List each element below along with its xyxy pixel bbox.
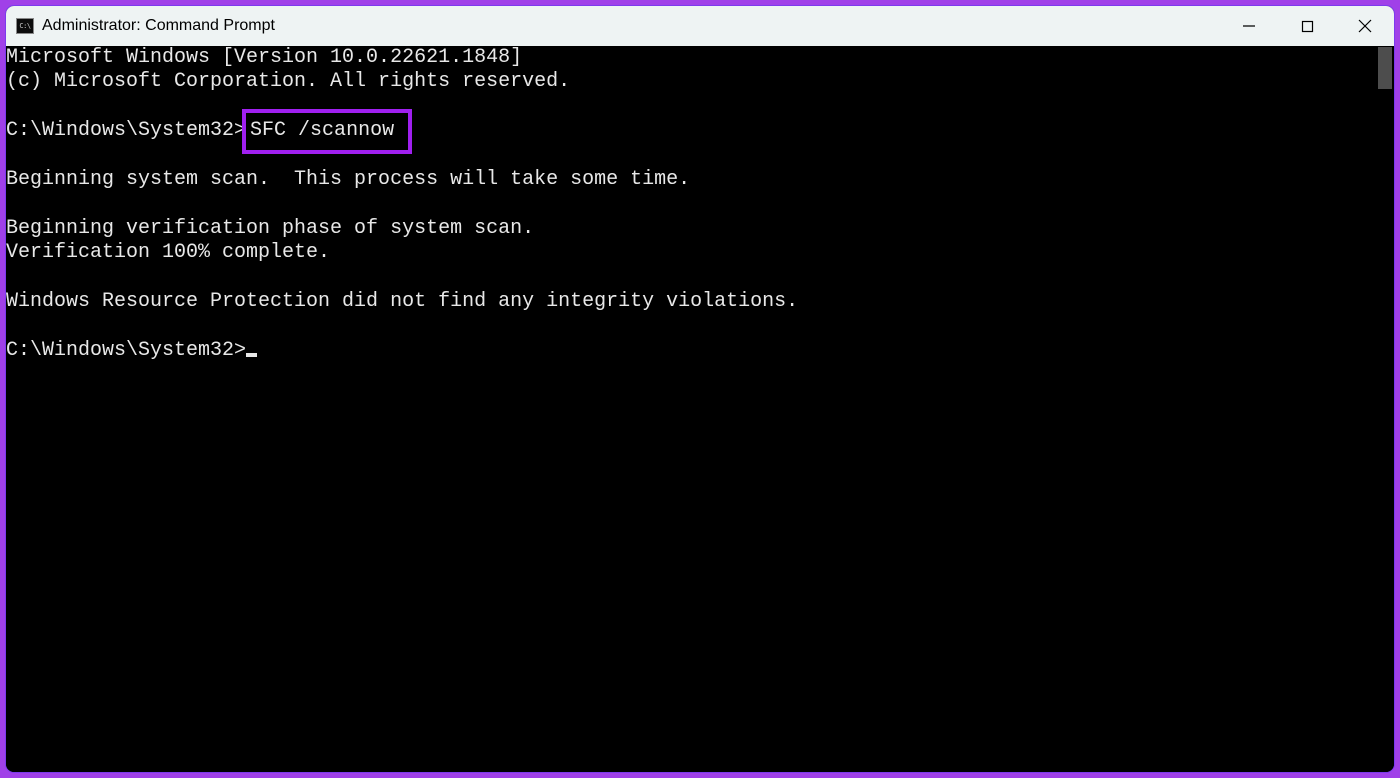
blank-line — [6, 192, 1376, 216]
verify-begin-line: Beginning verification phase of system s… — [6, 217, 1376, 241]
version-line: Microsoft Windows [Version 10.0.22621.18… — [6, 46, 1376, 70]
titlebar[interactable]: C:\ Administrator: Command Prompt — [6, 6, 1394, 46]
terminal-output[interactable]: Microsoft Windows [Version 10.0.22621.18… — [6, 46, 1376, 772]
prompt-line-1: C:\Windows\System32>SFC /scannow — [6, 119, 1376, 143]
copyright-line: (c) Microsoft Corporation. All rights re… — [6, 70, 1376, 94]
cmd-icon: C:\ — [16, 18, 34, 34]
window-controls — [1220, 6, 1394, 46]
blank-line — [6, 266, 1376, 290]
prompt-path-1: C:\Windows\System32> — [6, 119, 246, 142]
cursor — [246, 353, 257, 357]
minimize-button[interactable] — [1220, 6, 1278, 46]
close-icon — [1358, 19, 1372, 33]
blank-line — [6, 314, 1376, 338]
blank-line — [6, 144, 1376, 168]
result-line: Windows Resource Protection did not find… — [6, 290, 1376, 314]
command-highlight: SFC /scannow — [242, 109, 412, 153]
window-title: Administrator: Command Prompt — [42, 17, 1220, 35]
command-prompt-window: C:\ Administrator: Command Prompt Micros… — [6, 6, 1394, 772]
verify-complete-line: Verification 100% complete. — [6, 241, 1376, 265]
maximize-icon — [1301, 20, 1314, 33]
prompt-path-2: C:\Windows\System32> — [6, 339, 246, 362]
prompt-line-2: C:\Windows\System32> — [6, 339, 1376, 363]
close-button[interactable] — [1336, 6, 1394, 46]
terminal-area: Microsoft Windows [Version 10.0.22621.18… — [6, 46, 1394, 772]
maximize-button[interactable] — [1278, 6, 1336, 46]
scan-begin-line: Beginning system scan. This process will… — [6, 168, 1376, 192]
scrollbar-track[interactable] — [1376, 46, 1394, 772]
blank-line — [6, 95, 1376, 119]
command-text: SFC /scannow — [250, 119, 394, 142]
minimize-icon — [1242, 19, 1256, 33]
scrollbar-thumb[interactable] — [1378, 47, 1392, 89]
